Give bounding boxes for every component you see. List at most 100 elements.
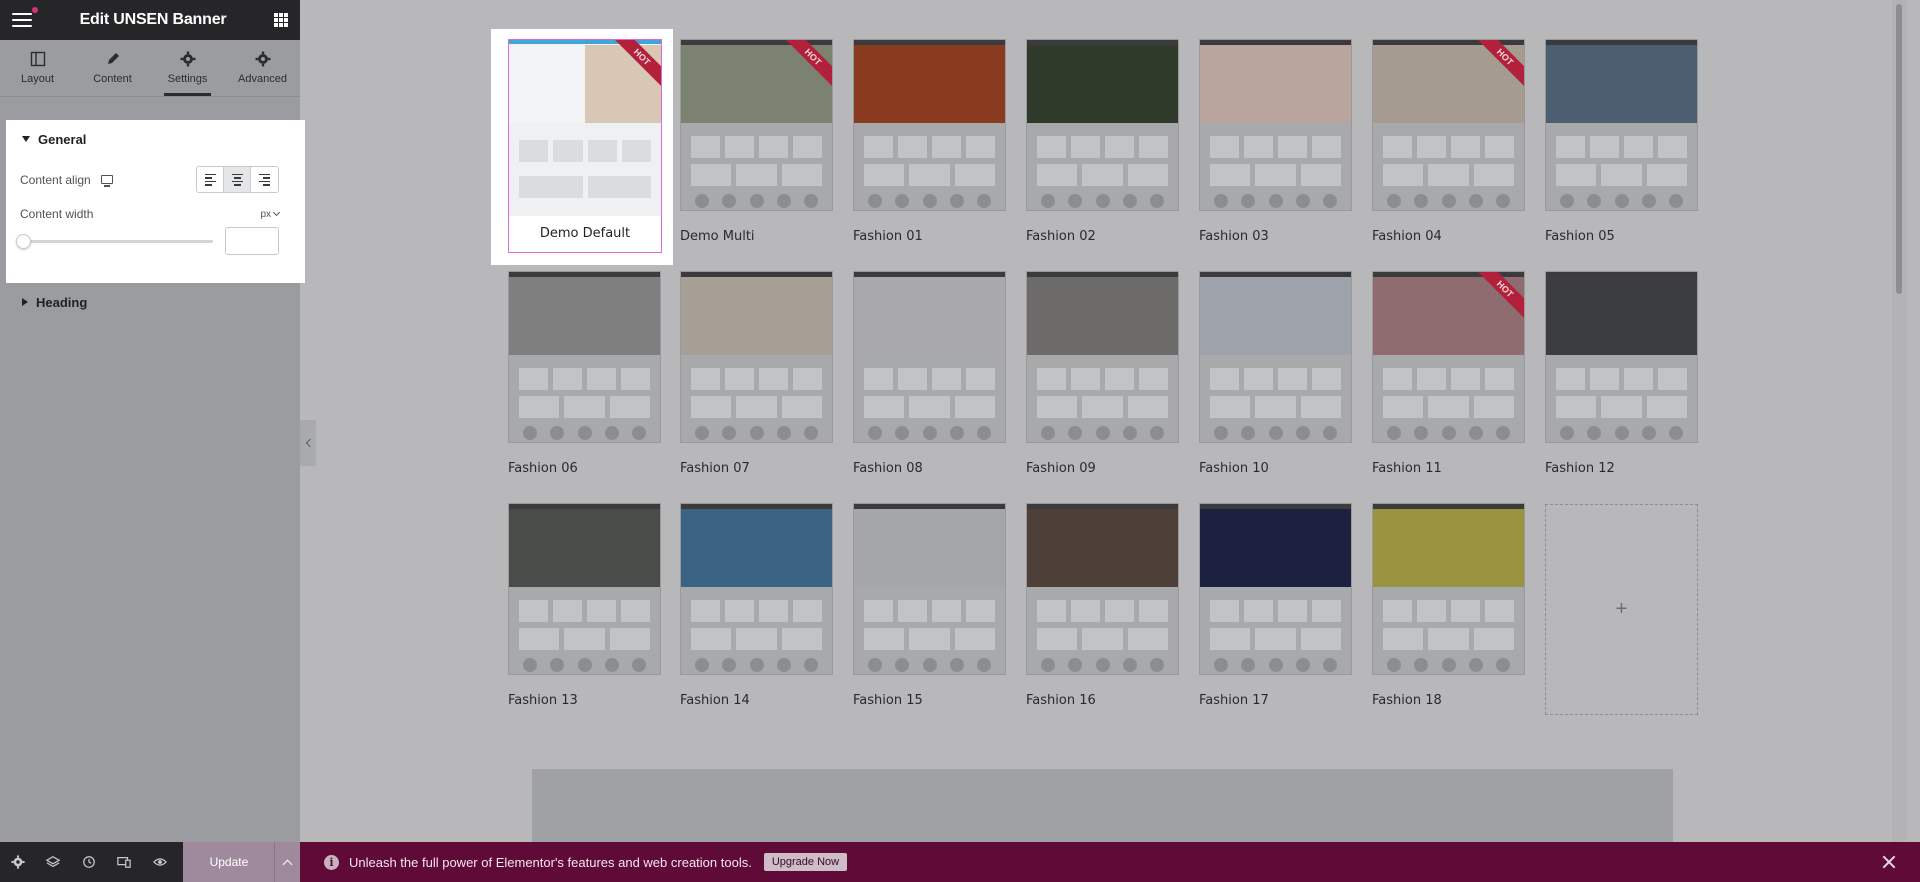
demo-card[interactable]: HOT Demo Multi xyxy=(680,39,833,244)
history-button[interactable] xyxy=(71,842,106,882)
demo-card[interactable]: Fashion 09 xyxy=(1026,271,1179,476)
desktop-icon[interactable] xyxy=(100,175,113,187)
thumb-tiles xyxy=(1210,136,1341,158)
gear-icon xyxy=(255,51,270,67)
thumb-dots xyxy=(695,194,818,208)
demo-card-selected[interactable]: HOT Demo Default xyxy=(491,29,673,265)
demo-thumbnail: HOT xyxy=(509,40,661,216)
thumb-tiles xyxy=(691,600,822,622)
caret-down-icon xyxy=(22,136,30,142)
thumb-hero xyxy=(1200,277,1351,355)
responsive-icon xyxy=(117,857,131,868)
thumb-tiles xyxy=(1383,368,1514,390)
content-width-row: Content width px xyxy=(6,207,305,221)
demo-label: Fashion 01 xyxy=(853,229,923,244)
thumb-dots xyxy=(1041,658,1164,672)
demo-card[interactable]: Fashion 12 xyxy=(1545,271,1698,476)
tab-settings[interactable]: Settings xyxy=(150,40,225,96)
preview-button[interactable] xyxy=(142,842,177,882)
tab-settings-label: Settings xyxy=(167,73,208,85)
demo-card[interactable]: Fashion 03 xyxy=(1199,39,1352,244)
thumb-dots xyxy=(868,194,991,208)
hot-badge: HOT xyxy=(1476,40,1524,88)
collapse-panel-handle[interactable] xyxy=(300,420,316,466)
general-title: General xyxy=(38,131,87,147)
hot-badge-label: HOT xyxy=(1476,40,1524,87)
demo-card[interactable]: Fashion 15 xyxy=(853,503,1006,708)
scrollbar-thumb[interactable] xyxy=(1896,4,1902,294)
widgets-grid-icon[interactable] xyxy=(274,13,288,27)
demo-card[interactable]: Fashion 17 xyxy=(1199,503,1352,708)
demo-card[interactable]: HOT Fashion 11 xyxy=(1372,271,1525,476)
hot-badge-label: HOT xyxy=(1476,272,1524,319)
thumb-tiles xyxy=(519,176,651,198)
unit-select[interactable]: px xyxy=(260,209,279,220)
history-icon xyxy=(82,856,95,868)
promo-bar: i Unleash the full power of Elementor's … xyxy=(300,842,1920,882)
panel-tabs: Layout Content Settings Advanced xyxy=(0,40,300,97)
thumb-tiles xyxy=(519,140,651,162)
update-button[interactable]: Update xyxy=(183,842,275,882)
update-options-button[interactable] xyxy=(274,842,300,882)
responsive-button[interactable] xyxy=(106,842,141,882)
demo-card[interactable]: Fashion 08 xyxy=(853,271,1006,476)
align-right-button[interactable] xyxy=(251,167,278,192)
thumb-hero xyxy=(1200,45,1351,123)
demo-thumbnail: HOT xyxy=(1372,39,1525,211)
content-width-label: Content width xyxy=(20,207,94,221)
general-section-toggle[interactable]: General xyxy=(6,122,305,156)
demo-label: Fashion 06 xyxy=(508,461,578,476)
demo-thumbnail xyxy=(853,271,1006,443)
slider-handle[interactable] xyxy=(16,233,31,249)
thumb-tiles xyxy=(1210,628,1341,650)
close-icon[interactable] xyxy=(1882,855,1896,869)
demo-card[interactable]: Fashion 10 xyxy=(1199,271,1352,476)
canvas-scrollbar[interactable] xyxy=(1892,0,1906,842)
demo-card[interactable]: HOT Fashion 04 xyxy=(1372,39,1525,244)
thumb-dots xyxy=(1041,426,1164,440)
add-section-placeholder[interactable]: + xyxy=(1545,504,1698,715)
demo-card[interactable]: Fashion 02 xyxy=(1026,39,1179,244)
content-width-slider-row xyxy=(6,227,305,255)
upgrade-now-button[interactable]: Upgrade Now xyxy=(763,853,848,871)
panel-title: Edit UNSEN Banner xyxy=(79,11,227,28)
tab-content[interactable]: Content xyxy=(75,40,150,96)
preview-canvas: HOT Demo Multi Fashion 01 Fashion 02 Fas… xyxy=(316,0,1906,842)
demo-card[interactable]: Fashion 07 xyxy=(680,271,833,476)
next-section-block xyxy=(532,769,1673,842)
navigator-button[interactable] xyxy=(35,842,70,882)
thumb-tiles xyxy=(519,628,650,650)
demo-label: Fashion 16 xyxy=(1026,693,1096,708)
demo-card[interactable]: Fashion 18 xyxy=(1372,503,1525,708)
demo-label: Fashion 15 xyxy=(853,693,923,708)
thumb-dots xyxy=(695,426,818,440)
demo-card[interactable]: Fashion 16 xyxy=(1026,503,1179,708)
demo-card[interactable]: Fashion 01 xyxy=(853,39,1006,244)
content-width-input[interactable] xyxy=(225,227,279,255)
demo-card[interactable]: Fashion 05 xyxy=(1545,39,1698,244)
general-section: General Content align Content width px xyxy=(6,120,305,283)
thumb-hero xyxy=(1027,45,1178,123)
demo-card[interactable]: Fashion 14 xyxy=(680,503,833,708)
demo-card[interactable]: Fashion 06 xyxy=(508,271,661,476)
demo-card[interactable]: Fashion 13 xyxy=(508,503,661,708)
menu-icon[interactable] xyxy=(12,7,38,27)
tab-layout[interactable]: Layout xyxy=(0,40,75,96)
align-right-icon xyxy=(259,173,270,186)
tab-advanced[interactable]: Advanced xyxy=(225,40,300,96)
align-center-button[interactable] xyxy=(224,167,251,192)
tab-advanced-label: Advanced xyxy=(238,73,287,85)
thumb-tiles xyxy=(1556,164,1687,186)
chevron-up-icon xyxy=(282,859,293,869)
align-left-button[interactable] xyxy=(197,167,224,192)
thumb-tiles xyxy=(691,368,822,390)
panel-footer: Update xyxy=(0,842,300,882)
hot-badge: HOT xyxy=(784,40,832,88)
heading-section-toggle[interactable]: Heading xyxy=(6,287,300,317)
caret-right-icon xyxy=(22,298,28,306)
settings-button[interactable] xyxy=(0,842,35,882)
content-width-slider[interactable] xyxy=(16,233,214,249)
thumb-tiles xyxy=(1037,628,1168,650)
demo-thumbnail xyxy=(1026,39,1179,211)
thumb-tiles xyxy=(1383,396,1514,418)
